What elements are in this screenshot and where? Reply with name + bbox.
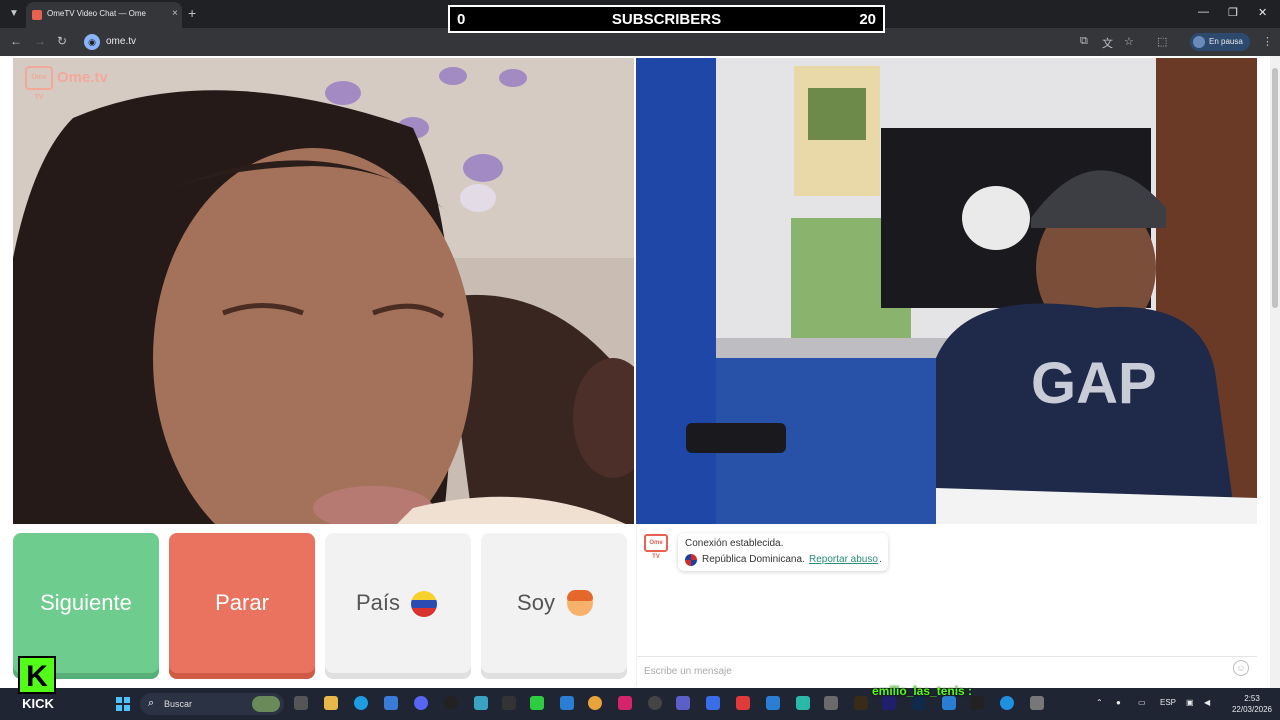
translate-icon[interactable]: 文 — [1102, 35, 1113, 51]
kick-chat-username: emilio_las_tenis : — [872, 684, 973, 698]
taskbar-clock[interactable]: 2:53 22/03/2026 — [1228, 693, 1276, 715]
page-scrollbar[interactable] — [1270, 56, 1280, 688]
scroll-thumb[interactable] — [1272, 68, 1278, 308]
ometv-logo-icon: Ome TV — [25, 66, 53, 101]
tab-ometv[interactable]: OmeTV Video Chat — Ome × — [26, 2, 182, 28]
avatar — [1193, 36, 1205, 48]
app-gray-icon[interactable] — [824, 696, 838, 710]
venezuela-flag-icon — [411, 591, 437, 617]
next-button-label: Siguiente — [40, 590, 132, 615]
game-icon[interactable] — [854, 696, 868, 710]
chat-panel: Ome TV Conexión establecida. República D… — [636, 526, 1257, 686]
store-icon[interactable] — [384, 696, 398, 710]
tiktok-icon[interactable] — [618, 696, 632, 710]
emoji-icon[interactable]: ☺ — [1233, 660, 1249, 676]
app-misc-icon[interactable] — [1030, 696, 1044, 710]
close-window-icon[interactable]: ✕ — [1258, 6, 1267, 19]
reload-icon[interactable]: ↻ — [57, 34, 67, 48]
volume-icon[interactable]: ◀ — [1204, 698, 1210, 707]
ometv-chat-logo-icon: Ome TV — [644, 534, 668, 560]
search-icon: ⌕ — [148, 697, 155, 709]
site-info-icon[interactable]: ◉ — [84, 34, 100, 50]
app-circle-icon[interactable] — [648, 696, 662, 710]
self-video: GAP — [636, 58, 1257, 524]
svg-text:GAP: GAP — [1031, 351, 1157, 416]
taskbar-search[interactable]: ⌕ Buscar — [140, 693, 284, 715]
report-abuse-link[interactable]: Reportar abuso — [809, 554, 878, 565]
subscriber-counter-overlay: SUBSCRIBERS 0 20 — [448, 5, 885, 33]
country-button[interactable]: País — [325, 533, 471, 679]
app-teal-icon[interactable] — [796, 696, 810, 710]
minimize-icon[interactable]: — — [1198, 6, 1209, 18]
dominican-flag-icon — [685, 554, 697, 566]
stop-button-label: Parar — [215, 590, 269, 615]
app-blue-icon[interactable] — [706, 696, 720, 710]
capcut-icon[interactable] — [970, 696, 984, 710]
ometv-logo-text: Ome.tv — [57, 69, 108, 86]
subscriber-left-count: 0 — [457, 11, 466, 28]
epic-games-icon[interactable] — [502, 696, 516, 710]
app-window2-icon[interactable] — [766, 696, 780, 710]
discord-icon[interactable] — [414, 696, 428, 710]
edge-icon[interactable] — [354, 696, 368, 710]
profile-status: En pausa — [1209, 37, 1243, 46]
menu-dots-icon[interactable]: ⋮ — [1262, 35, 1273, 48]
stop-button[interactable]: Parar — [169, 533, 315, 679]
subscriber-right-count: 20 — [859, 11, 876, 28]
app-icon[interactable] — [530, 696, 544, 710]
tab-title: OmeTV Video Chat — Ome — [47, 9, 146, 18]
app-red-icon[interactable] — [736, 696, 750, 710]
forward-icon[interactable]: → — [34, 34, 46, 48]
extensions-icon[interactable]: ⬚ — [1157, 35, 1167, 48]
app-window3-icon[interactable] — [942, 696, 956, 710]
tray-chevron-icon[interactable]: ⌃ — [1096, 698, 1103, 707]
kick-logo-text: KICK — [22, 696, 54, 711]
windows-start-icon[interactable] — [116, 697, 130, 711]
clock-date: 22/03/2026 — [1231, 705, 1273, 714]
subscriber-label: SUBSCRIBERS — [611, 11, 722, 28]
app-globe-icon[interactable] — [1000, 696, 1014, 710]
connection-message: Conexión establecida. — [685, 538, 784, 549]
restore-icon[interactable]: ❐ — [1228, 6, 1238, 19]
stranger-video-frame — [13, 58, 634, 524]
obs-icon[interactable] — [444, 696, 458, 710]
cast-icon[interactable]: ⧉ — [1080, 35, 1088, 48]
url-field[interactable]: ◉ ome.tv — [80, 31, 1080, 53]
kick-logo: K KICK — [18, 656, 58, 712]
network-icon[interactable]: ▣ — [1186, 698, 1194, 707]
report-suffix: . — [879, 554, 882, 565]
profile-button[interactable]: En pausa — [1190, 33, 1250, 51]
clock-time: 2:53 — [1244, 694, 1260, 703]
premiere-icon[interactable] — [882, 696, 896, 710]
tab-close-icon[interactable]: × — [172, 8, 178, 19]
bookmark-star-icon[interactable]: ☆ — [1124, 35, 1134, 48]
search-highlight-icon — [252, 696, 280, 712]
task-view-icon[interactable] — [294, 696, 308, 710]
back-icon[interactable]: ← — [10, 34, 22, 48]
system-message: Conexión establecida. República Dominica… — [678, 533, 888, 571]
keyboard-icon[interactable]: ▭ — [1138, 698, 1146, 707]
partner-country: República Dominicana. — [702, 554, 805, 565]
boy-face-icon — [567, 590, 593, 616]
kick-logo-icon: K — [18, 656, 56, 694]
url-text: ome.tv — [106, 36, 137, 47]
chat-message-input[interactable] — [637, 656, 1257, 686]
chrome-icon[interactable] — [588, 696, 602, 710]
mic-icon[interactable]: ● — [1116, 698, 1121, 707]
app-window-icon[interactable] — [560, 696, 574, 710]
new-tab-icon[interactable]: + — [188, 5, 196, 21]
photos-icon[interactable] — [474, 696, 488, 710]
stranger-video: Ome TV Ome.tv — [13, 58, 634, 524]
taskbar-search-text: Buscar — [164, 699, 193, 709]
teams-icon[interactable] — [676, 696, 690, 710]
file-explorer-icon[interactable] — [324, 696, 338, 710]
gender-button[interactable]: Soy — [481, 533, 627, 679]
self-video-frame: GAP — [636, 58, 1257, 524]
tab-search-icon[interactable]: ▼ — [6, 6, 22, 22]
ometv-favicon-icon — [32, 10, 42, 20]
photoshop-icon[interactable] — [912, 696, 926, 710]
keyboard-language[interactable]: ESP — [1160, 698, 1176, 707]
